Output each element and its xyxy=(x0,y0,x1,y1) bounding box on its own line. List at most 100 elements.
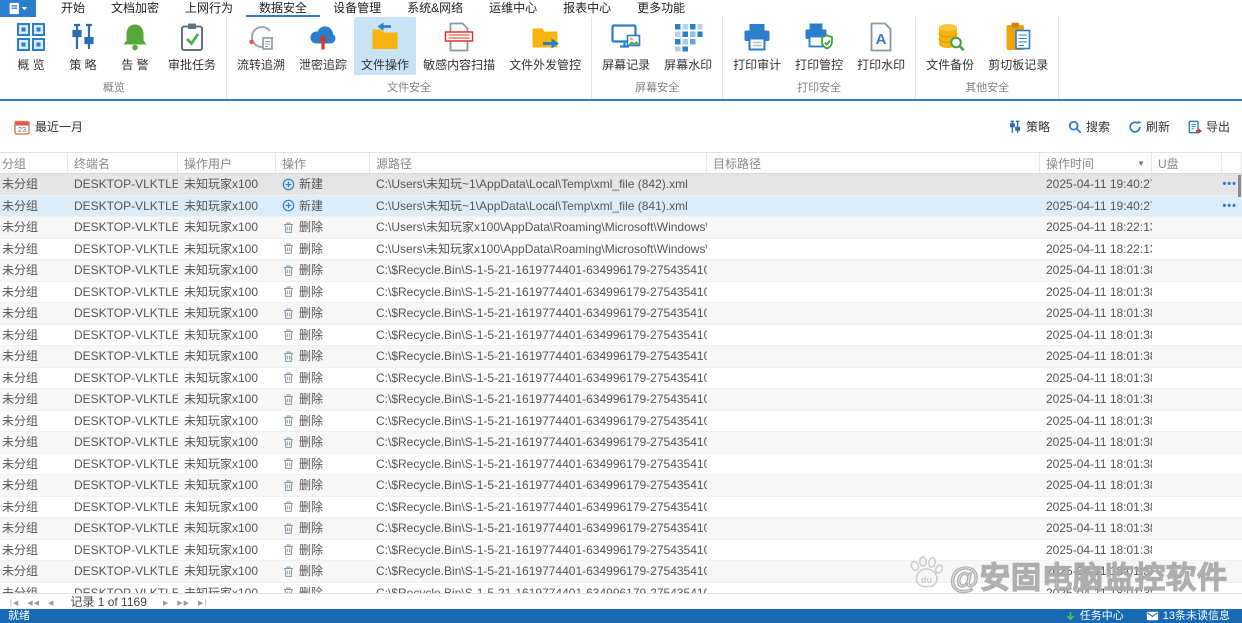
table-row[interactable]: 未分组 DESKTOP-VLKTLE1 未知玩家x100 删除 C:\$Recycle.… xyxy=(0,389,1242,411)
cell-time: 2025-04-11 18:01:38 xyxy=(1046,521,1152,536)
column-header-action[interactable]: 操作 xyxy=(276,153,370,173)
ribbon-button-screen-watermark[interactable]: 屏幕水印 xyxy=(657,17,719,75)
table-row[interactable]: 未分组 DESKTOP-VLKTLE1 未知玩家x100 删除 C:\$Recycle.… xyxy=(0,453,1242,475)
ribbon-button-sensitive-content-scan[interactable]: 敏感内容扫描 xyxy=(416,17,502,75)
action-label: 删除 xyxy=(299,349,324,364)
trash-icon xyxy=(282,479,295,492)
table-row[interactable]: 未分组 DESKTOP-VLKTLE1 未知玩家x100 删除 C:\$Recycle.… xyxy=(0,260,1242,282)
next-group-button[interactable]: ▶▶ xyxy=(173,600,194,607)
cell-target xyxy=(707,583,1040,594)
cell-usb xyxy=(1152,411,1222,432)
app-menu-button[interactable] xyxy=(0,0,36,17)
menu-tab-report-center[interactable]: 报表中心 xyxy=(550,0,624,17)
column-header-menu[interactable] xyxy=(1222,153,1242,173)
unread-messages-button[interactable]: 13条未读信息 xyxy=(1146,610,1230,623)
table-row[interactable]: 未分组 DESKTOP-VLKTLE1 未知玩家x100 删除 C:\Users\未知玩… xyxy=(0,217,1242,239)
column-header-time[interactable]: 操作时间 ▼ xyxy=(1040,153,1152,173)
cell-user: 未知玩家x100 xyxy=(184,478,259,493)
table-row[interactable]: 未分组 DESKTOP-VLKTLE1 未知玩家x100 删除 C:\$Recycle.… xyxy=(0,346,1242,368)
menu-tab-data-security[interactable]: 数据安全 xyxy=(246,0,321,17)
menu-tab-system-network[interactable]: 系统&网络 xyxy=(394,0,476,17)
column-header-source[interactable]: 源路径 xyxy=(370,153,707,173)
cell-time: 2025-04-11 18:01:38 xyxy=(1046,370,1152,385)
table-row[interactable]: 未分组 DESKTOP-VLKTLE1 未知玩家x100 删除 C:\$Recycle.… xyxy=(0,496,1242,518)
date-range-filter[interactable]: 23 最近一月 xyxy=(14,118,83,135)
column-header-usb[interactable]: U盘 xyxy=(1152,153,1222,173)
table-row[interactable]: 未分组 DESKTOP-VLKTLE1 未知玩家x100 删除 C:\Users\未知玩… xyxy=(0,238,1242,260)
ribbon-button-clipboard-record[interactable]: 剪切板记录 xyxy=(981,17,1055,75)
table-row[interactable]: 未分组 DESKTOP-VLKTLE1 未知玩家x100 删除 C:\$Recycle.… xyxy=(0,281,1242,303)
toolbar-button-refresh[interactable]: 刷新 xyxy=(1128,118,1170,135)
cell-group: 未分组 xyxy=(2,198,39,213)
toolbar-button-export[interactable]: 导出 xyxy=(1188,118,1230,135)
cell-source: C:\$Recycle.Bin\S-1-5-21-1619774401-6349… xyxy=(376,564,707,579)
ribbon-button-overview[interactable]: 概 览 xyxy=(5,17,57,75)
trash-icon xyxy=(282,522,295,535)
column-header-terminal[interactable]: 终端名 xyxy=(68,153,178,173)
menu-tab-ops-center[interactable]: 运维中心 xyxy=(476,0,550,17)
ribbon-button-leak-tracking[interactable]: 泄密追踪 xyxy=(292,17,354,75)
cell-action: 新建 xyxy=(276,174,370,195)
table-row[interactable]: 未分组 DESKTOP-VLKTLE1 未知玩家x100 删除 C:\$Recycle.… xyxy=(0,303,1242,325)
ribbon-button-print-audit[interactable]: 打印审计 xyxy=(726,17,788,75)
menu-tab-more-features[interactable]: 更多功能 xyxy=(624,0,698,17)
ribbon-button-file-outgoing-control[interactable]: 文件外发管控 xyxy=(502,17,588,75)
first-page-button[interactable]: |◀ xyxy=(6,600,23,607)
table-row[interactable]: 未分组 DESKTOP-VLKTLE1 未知玩家x100 删除 C:\$Recycle.… xyxy=(0,475,1242,497)
next-record-button[interactable]: ▶ xyxy=(159,600,173,607)
cell-terminal: DESKTOP-VLKTLE1 xyxy=(74,542,178,557)
table-row[interactable]: 未分组 DESKTOP-VLKTLE1 未知玩家x100 删除 C:\$Recycle.… xyxy=(0,367,1242,389)
scrollbar-thumb[interactable] xyxy=(1238,175,1241,197)
cell-target xyxy=(707,325,1040,346)
column-header-group[interactable]: 分组 xyxy=(0,153,68,173)
menu-tab-start[interactable]: 开始 xyxy=(48,0,98,17)
prev-record-button[interactable]: ◀ xyxy=(44,600,58,607)
table-row[interactable]: 未分组 DESKTOP-VLKTLE1 未知玩家x100 删除 C:\$Recycle.… xyxy=(0,539,1242,561)
cell-action: 新建 xyxy=(276,196,370,217)
table-row[interactable]: 未分组 DESKTOP-VLKTLE1 未知玩家x100 删除 C:\$Recycle.… xyxy=(0,324,1242,346)
ribbon-button-file-operations[interactable]: 文件操作 xyxy=(354,17,417,75)
cell-action: 删除 xyxy=(276,540,370,561)
cell-terminal: DESKTOP-VLKTLE1 xyxy=(74,564,178,579)
app-window: 开始 文档加密 上网行为 数据安全 设备管理 系统&网络 运维中心 报表中心 更多功能 概 览策… xyxy=(0,0,1242,623)
task-center-label: 任务中心 xyxy=(1079,609,1124,622)
column-header-target[interactable]: 目标路径 xyxy=(707,153,1040,173)
ribbon-button-print-watermark[interactable]: A 打印水印 xyxy=(850,17,912,75)
cell-target xyxy=(707,432,1040,453)
toolbar-button-search[interactable]: 搜索 xyxy=(1068,118,1110,135)
table-row[interactable]: 未分组 DESKTOP-VLKTLE1 未知玩家x100 新建 C:\Users\未知玩… xyxy=(0,195,1242,217)
table-row[interactable]: 未分组 DESKTOP-VLKTLE1 未知玩家x100 删除 C:\$Recycle.… xyxy=(0,410,1242,432)
ribbon-button-print-control[interactable]: 打印管控 xyxy=(788,17,850,75)
table-row[interactable]: 未分组 DESKTOP-VLKTLE1 未知玩家x100 删除 C:\$Recycle.… xyxy=(0,582,1242,594)
table-row[interactable]: 未分组 DESKTOP-VLKTLE1 未知玩家x100 删除 C:\$Recycle.… xyxy=(0,518,1242,540)
ribbon-button-screen-recording[interactable]: 屏幕记录 xyxy=(595,17,657,75)
column-header-label: 操作 xyxy=(282,156,307,171)
column-header-user[interactable]: 操作用户 xyxy=(178,153,276,173)
cell-target xyxy=(707,389,1040,410)
menu-tab-device-management[interactable]: 设备管理 xyxy=(320,0,394,17)
table-row[interactable]: 未分组 DESKTOP-VLKTLE1 未知玩家x100 新建 C:\Users\未知玩… xyxy=(0,174,1242,196)
vertical-scrollbar[interactable] xyxy=(1238,175,1241,592)
cell-action: 删除 xyxy=(276,260,370,281)
ribbon-button-file-backup[interactable]: 文件备份 xyxy=(919,17,981,75)
cell-source: C:\$Recycle.Bin\S-1-5-21-1619774401-6349… xyxy=(376,478,707,493)
ribbon-button-circulation-trace[interactable]: 流转追溯 xyxy=(230,17,292,75)
ribbon-button-alert[interactable]: 告 警 xyxy=(109,17,161,75)
table-row[interactable]: 未分组 DESKTOP-VLKTLE1 未知玩家x100 删除 C:\$Recycle.… xyxy=(0,432,1242,454)
cell-action: 删除 xyxy=(276,217,370,238)
app-window-icon xyxy=(7,2,29,15)
menu-tab-internet-behavior[interactable]: 上网行为 xyxy=(172,0,246,17)
trash-icon xyxy=(282,285,295,298)
toolbar-button-policy[interactable]: 策略 xyxy=(1008,118,1050,135)
search-icon xyxy=(1068,120,1082,134)
task-center-button[interactable]: 任务中心 xyxy=(1065,610,1124,623)
prev-group-button[interactable]: ◀◀ xyxy=(23,600,44,607)
last-page-button[interactable]: ▶| xyxy=(194,600,211,607)
status-ready-label: 就绪 xyxy=(8,609,30,622)
ribbon-button-policy[interactable]: 策 略 xyxy=(57,17,109,75)
menu-tab-doc-encryption[interactable]: 文档加密 xyxy=(98,0,172,17)
filter-actions: 策略 搜索 刷新 导出 xyxy=(1008,118,1230,135)
date-range-label: 最近一月 xyxy=(35,120,84,134)
table-row[interactable]: 未分组 DESKTOP-VLKTLE1 未知玩家x100 删除 C:\$Recycle.… xyxy=(0,561,1242,583)
ribbon-button-approval-tasks[interactable]: 审批任务 xyxy=(161,17,223,75)
